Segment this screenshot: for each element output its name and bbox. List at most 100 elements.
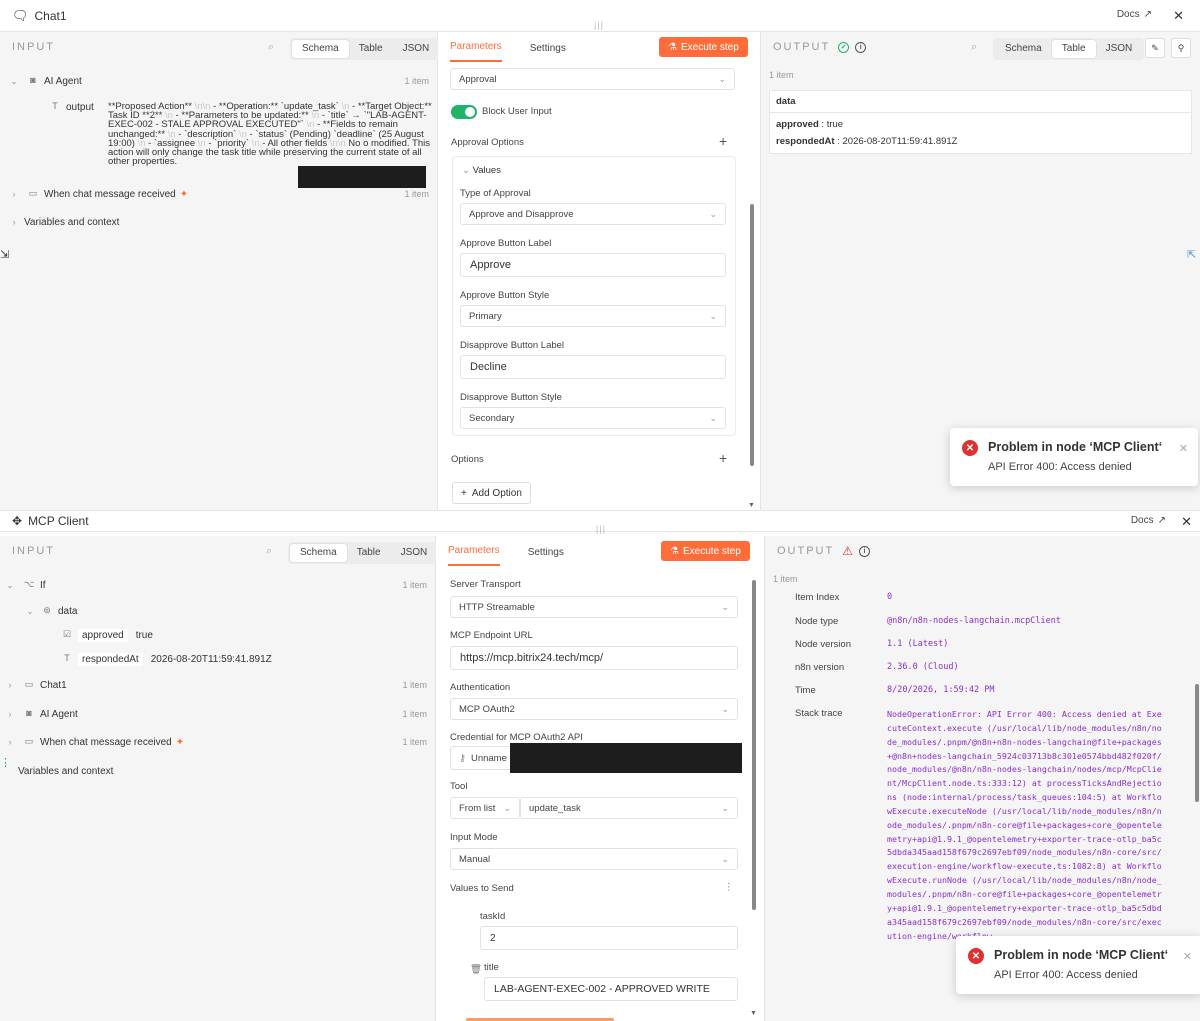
plus-icon: + — [461, 487, 467, 499]
tree-variables-context[interactable]: Variables and context — [0, 762, 435, 780]
node-title[interactable]: MCP Client — [28, 514, 88, 528]
parameters-panel: Parameters Settings ⚗ Execute step Approv… — [438, 32, 760, 510]
select-value: update_task — [529, 802, 581, 814]
taskid-input[interactable]: 2 — [480, 926, 738, 950]
docs-link[interactable]: Docs ↗ — [1131, 515, 1166, 526]
scroll-down-icon[interactable]: ▼ — [748, 502, 755, 509]
tree-node-chat-trigger[interactable]: › ▭ When chat message received ✦ 1 item — [0, 185, 437, 203]
tab-schema[interactable]: Schema — [995, 40, 1052, 58]
execute-step-button[interactable]: ⚗ Execute step — [661, 541, 750, 561]
close-icon[interactable]: ✕ — [1181, 514, 1192, 530]
search-icon[interactable]: ⌕ — [971, 41, 983, 53]
chevron-down-icon: ⌄ — [721, 703, 729, 714]
resource-select[interactable]: Approval ⌄ — [450, 68, 735, 90]
tree-node-ai-agent[interactable]: › ◙ AI Agent 1 item — [0, 705, 435, 723]
external-link-icon: ↗ — [1143, 9, 1152, 20]
add-option-button[interactable]: + Add Option — [452, 482, 531, 504]
drag-handle-icon[interactable]: ||| — [594, 20, 604, 30]
tab-json[interactable]: JSON — [391, 544, 438, 562]
output-view-toggle: Schema Table JSON — [993, 38, 1145, 60]
values-header[interactable]: ⌄ Values — [462, 165, 501, 176]
approve-label-input[interactable]: Approve — [460, 253, 726, 277]
chat-icon: ▭ — [24, 736, 34, 746]
auth-select[interactable]: MCP OAuth2 ⌄ — [450, 698, 738, 720]
node-title[interactable]: Chat1 — [35, 9, 67, 23]
input-mode-select[interactable]: Manual ⌄ — [450, 848, 738, 870]
tab-schema[interactable]: Schema — [292, 40, 349, 58]
info-icon[interactable]: i — [859, 545, 870, 557]
flask-icon: ⚗ — [668, 41, 677, 53]
execute-label: Execute step — [680, 41, 739, 53]
tree-label: AI Agent — [44, 75, 82, 87]
tree-field-data[interactable]: ⌄ ⊚ data — [0, 602, 435, 620]
tree-variables-context[interactable]: › Variables and context — [0, 213, 437, 231]
tree-node-if[interactable]: ⌄ ⌥ If 1 item — [0, 576, 435, 594]
type-approval-select[interactable]: Approve and Disapprove ⌄ — [460, 203, 726, 225]
tree-node-chat-trigger[interactable]: › ▭ When chat message received ✦ 1 item — [0, 733, 435, 751]
toast-title: Problem in node ‘MCP Client‘ — [988, 440, 1163, 454]
scrollbar[interactable] — [1195, 684, 1199, 802]
tab-parameters[interactable]: Parameters — [448, 545, 500, 566]
add-icon[interactable]: + — [719, 450, 727, 466]
tree-node-ai-agent[interactable]: ⌄ ◙ AI Agent 1 item — [0, 72, 437, 90]
search-icon[interactable]: ⌕ — [268, 41, 280, 53]
tree-node-chat1[interactable]: › ▭ Chat1 1 item — [0, 676, 435, 694]
info-icon[interactable]: i — [855, 41, 867, 53]
add-icon[interactable]: + — [719, 133, 727, 149]
select-value: Primary — [469, 310, 502, 322]
tab-json[interactable]: JSON — [1096, 40, 1143, 58]
disapprove-label-input[interactable]: Decline — [460, 355, 726, 379]
trash-icon[interactable]: 🗑 — [470, 964, 482, 975]
tab-table[interactable]: Table — [347, 544, 391, 562]
disapprove-style-select[interactable]: Secondary ⌄ — [460, 407, 726, 429]
select-value: Manual — [459, 853, 491, 865]
scrollbar[interactable] — [750, 204, 754, 466]
tab-parameters[interactable]: Parameters — [450, 41, 502, 62]
tab-settings[interactable]: Settings — [530, 43, 566, 62]
endpoint-label: MCP Endpoint URL — [450, 630, 533, 641]
side-toggle-icon[interactable]: ⇲ — [0, 248, 9, 261]
disapprove-style-label: Disapprove Button Style — [460, 392, 562, 403]
execute-step-button[interactable]: ⚗ Execute step — [659, 37, 748, 57]
tree-label: When chat message received — [40, 736, 172, 748]
drag-handle-icon[interactable]: ||| — [596, 524, 606, 534]
more-options-icon[interactable]: ⋮ — [724, 882, 734, 893]
side-toggle-icon[interactable]: ⋮ — [0, 756, 11, 769]
pin-icon[interactable]: ⚲ — [1171, 38, 1191, 58]
input-value: Decline — [470, 361, 507, 373]
side-toggle-icon[interactable]: ⇱ — [1187, 248, 1196, 261]
detail-value: 0 — [887, 592, 893, 602]
close-icon[interactable]: ✕ — [1173, 8, 1184, 24]
tab-json[interactable]: JSON — [393, 40, 440, 58]
select-value: From list — [459, 802, 496, 814]
select-value: Unname — [470, 752, 507, 764]
title-input[interactable]: LAB-AGENT-EXEC-002 - APPROVED WRITE — [484, 977, 738, 1001]
close-icon[interactable]: ✕ — [1179, 442, 1188, 455]
tool-select[interactable]: update_task ⌄ — [520, 797, 738, 819]
close-icon[interactable]: ✕ — [1183, 950, 1192, 963]
block-user-input-toggle[interactable] — [451, 105, 477, 119]
detail-value: 1.1 (Latest) — [887, 639, 949, 649]
endpoint-input[interactable]: https://mcp.bitrix24.tech/mcp/ — [450, 646, 738, 670]
key-icon: ⚷ — [459, 752, 466, 764]
input-value: 2 — [490, 932, 496, 944]
field-key: data — [58, 605, 78, 617]
scroll-down-icon[interactable]: ▼ — [750, 1010, 757, 1017]
tab-settings[interactable]: Settings — [528, 547, 564, 566]
values-to-send-label: Values to Send — [450, 883, 514, 894]
tab-schema[interactable]: Schema — [290, 544, 347, 562]
scrollbar[interactable] — [752, 580, 756, 910]
edit-pencil-icon[interactable]: ✎ — [1145, 38, 1165, 58]
tab-table[interactable]: Table — [349, 40, 393, 58]
item-count: 1 item — [402, 709, 427, 719]
search-icon[interactable]: ⌕ — [266, 545, 278, 557]
detail-value: 2.36.0 (Cloud) — [887, 662, 959, 672]
docs-link[interactable]: Docs ↗ — [1117, 9, 1152, 20]
tab-table[interactable]: Table — [1051, 40, 1096, 58]
parameters-panel: Parameters Settings ⚗ Execute step Server… — [436, 536, 762, 1021]
chevron-down-icon: ⌄ — [721, 853, 729, 864]
tool-mode-select[interactable]: From list ⌄ — [450, 797, 520, 819]
transport-label: Server Transport — [450, 579, 521, 590]
transport-select[interactable]: HTTP Streamable ⌄ — [450, 596, 738, 618]
approve-style-select[interactable]: Primary ⌄ — [460, 305, 726, 327]
